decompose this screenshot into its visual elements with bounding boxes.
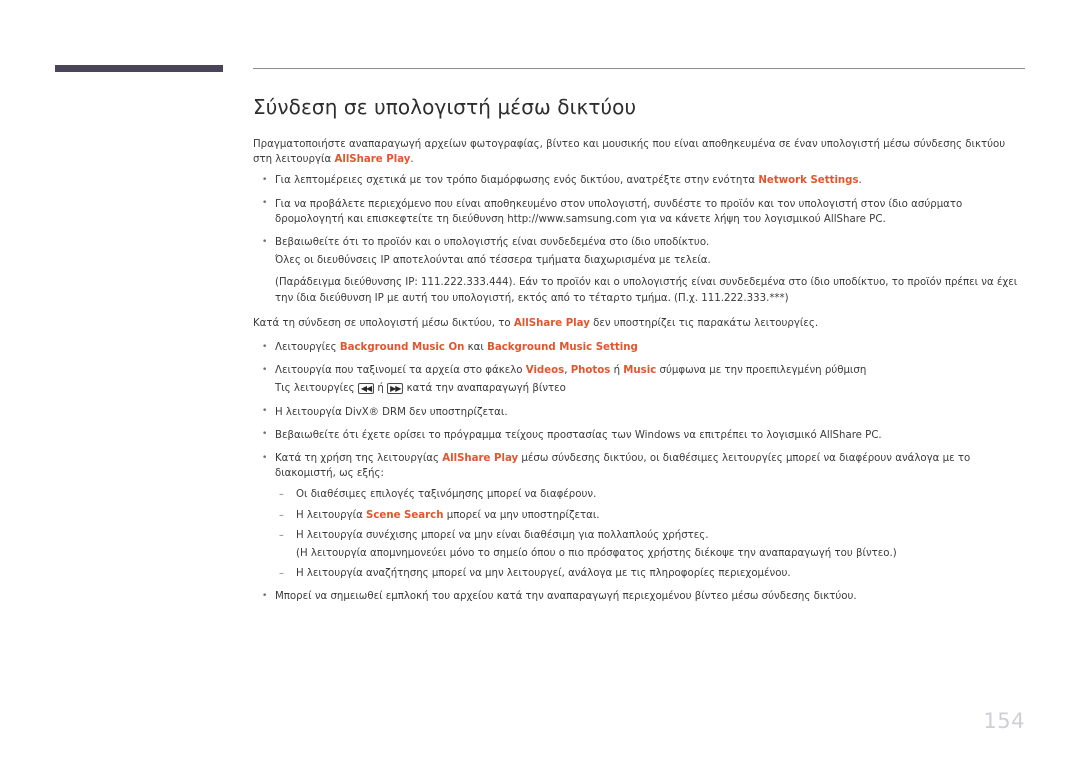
subline-text-post: κατά την αναπαραγωγή βίντεο (403, 383, 566, 395)
header-accent-bar (55, 65, 223, 72)
intro-accent-allshare-play: AllShare Play (334, 154, 411, 166)
header-rule (253, 68, 1025, 69)
list-item: Οι διαθέσιμες επιλογές ταξινόμησης μπορε… (275, 487, 1025, 502)
list-item: Για να προβάλετε περιεχόμενο που είναι α… (253, 196, 1025, 227)
accent-scene-search: Scene Search (366, 509, 444, 521)
subbullet-text: Η λειτουργία αναζήτησης μπορεί να μην λε… (296, 568, 791, 580)
list-item: Κατά τη χρήση της λειτουργίας AllShare P… (253, 451, 1025, 582)
list-item: Λειτουργία που ταξινομεί τα αρχεία στο φ… (253, 363, 1025, 396)
bullet-subline-transport-keys: Τις λειτουργίες ◀◀ ή ▶▶ κατά την αναπαρα… (275, 381, 1025, 396)
list-item: Η λειτουργία Scene Search μπορεί να μην … (275, 508, 1025, 523)
bullet-text-part1: Λειτουργία που ταξινομεί τα αρχεία στο φ… (275, 365, 526, 377)
subbullet-text: Η λειτουργία συνέχισης μπορεί να μην είν… (296, 529, 709, 541)
mid-paragraph: Κατά τη σύνδεση σε υπολογιστή μέσω δικτύ… (253, 316, 1025, 331)
bullet-text-mid: και (464, 342, 488, 354)
subbullet-text-part1: Η λειτουργία (296, 509, 367, 521)
subbullet-text-part2: μπορεί να μην υποστηρίζεται. (443, 509, 600, 521)
bullet-text-part1: Λειτουργίες (275, 342, 340, 354)
subline-text-pre: Τις λειτουργίες (275, 383, 358, 395)
bullet-text: Για να προβάλετε περιεχόμενο που είναι α… (275, 198, 963, 225)
page-title: Σύνδεση σε υπολογιστή μέσω δικτύου (253, 95, 637, 119)
list-item: Μπορεί να σημειωθεί εμπλοκή του αρχείου … (253, 589, 1025, 604)
subline-text-mid: ή (374, 383, 388, 395)
intro-paragraph: Πραγματοποιήστε αναπαραγωγή αρχείων φωτο… (253, 137, 1025, 167)
bullet-list-unsupported: Λειτουργίες Background Music On και Back… (253, 340, 1025, 605)
bullet-list-primary: Για λεπτομέρειες σχετικά με τον τρόπο δι… (253, 173, 1025, 305)
page-content: Σύνδεση σε υπολογιστή μέσω δικτύου Πραγμ… (253, 95, 1025, 613)
accent-allshare-play: AllShare Play (442, 453, 519, 465)
list-item: Βεβαιωθείτε ότι έχετε ορίσει το πρόγραμμ… (253, 427, 1025, 443)
intro-text-part2: . (410, 154, 414, 166)
bullet-text-part1: Για λεπτομέρειες σχετικά με τον τρόπο δι… (275, 175, 759, 187)
subbullet-text: Οι διαθέσιμες επιλογές ταξινόμησης μπορε… (296, 489, 597, 501)
bullet-text: Βεβαιωθείτε ότι έχετε ορίσει το πρόγραμμ… (275, 429, 882, 441)
accent-photos: Photos (570, 365, 611, 377)
bullet-subline-ip-format: Όλες οι διευθύνσεις IP αποτελούνται από … (275, 255, 711, 267)
list-item: Για λεπτομέρειες σχετικά με τον τρόπο δι… (253, 173, 1025, 188)
bullet-text: Η λειτουργία DivX® DRM δεν υποστηρίζεται… (275, 406, 508, 418)
mid-accent-allshare-play: AllShare Play (513, 317, 590, 329)
mid-text-part1: Κατά τη σύνδεση σε υπολογιστή μέσω δικτύ… (253, 317, 514, 329)
accent-network-settings: Network Settings (758, 175, 859, 187)
bullet-text-part2: . (858, 175, 862, 187)
accent-videos: Videos (525, 365, 565, 377)
list-item: Η λειτουργία DivX® DRM δεν υποστηρίζεται… (253, 404, 1025, 420)
fast-forward-icon: ▶▶ (387, 383, 404, 395)
list-item: Βεβαιωθείτε ότι το προϊόν και ο υπολογισ… (253, 235, 1025, 306)
bullet-text-part1: Κατά τη χρήση της λειτουργίας (275, 453, 443, 465)
rewind-icon: ◀◀ (357, 383, 375, 395)
mid-text-part2: δεν υποστηρίζει τις παρακάτω λειτουργίες… (589, 317, 819, 329)
accent-background-music-setting: Background Music Setting (487, 342, 638, 354)
page-number: 154 (983, 709, 1025, 733)
list-item: Λειτουργίες Background Music On και Back… (253, 340, 1025, 355)
bullet-text: Μπορεί να σημειωθεί εμπλοκή του αρχείου … (275, 591, 857, 603)
bullet-text-part2: σύμφωνα με την προεπιλεγμένη ρύθμιση (656, 365, 867, 377)
accent-background-music-on: Background Music On (339, 342, 465, 354)
bullet-list-secondary: Οι διαθέσιμες επιλογές ταξινόμησης μπορε… (275, 487, 1025, 581)
list-item: Η λειτουργία αναζήτησης μπορεί να μην λε… (275, 566, 1025, 581)
bullet-subline-ip-example: (Παράδειγμα διεύθυνσης IP: 111.222.333.4… (275, 277, 1018, 304)
subbullet-subline-resume-note: (Η λειτουργία απομνημονεύει μόνο το σημε… (296, 548, 897, 560)
sep: ή (610, 365, 624, 377)
bullet-text: Βεβαιωθείτε ότι το προϊόν και ο υπολογισ… (275, 237, 710, 249)
list-item: Η λειτουργία συνέχισης μπορεί να μην είν… (275, 528, 1025, 561)
accent-music: Music (623, 365, 657, 377)
